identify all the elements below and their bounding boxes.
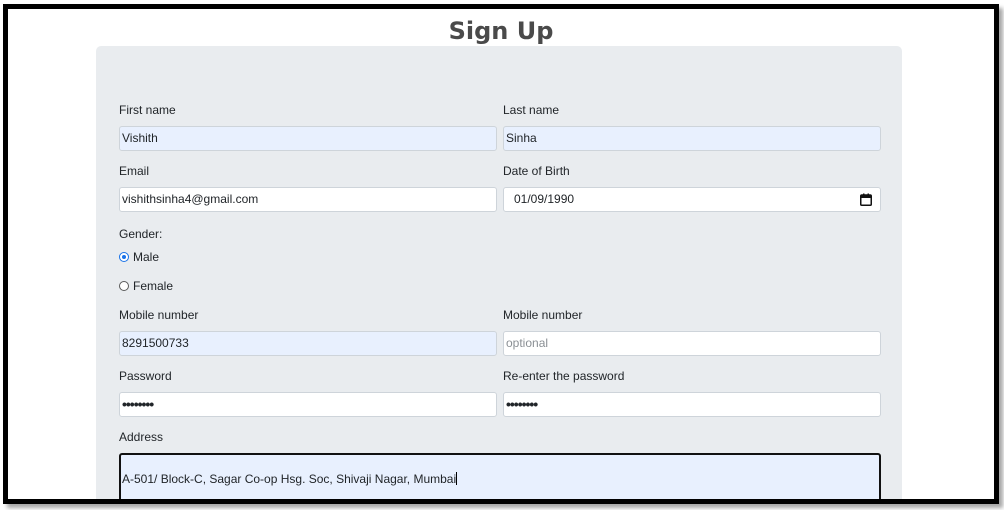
email-label: Email	[119, 164, 150, 178]
dob-input[interactable]: 01/09/1990	[503, 187, 881, 212]
calendar-icon[interactable]	[860, 193, 872, 206]
password-confirm-label: Re-enter the password	[503, 369, 625, 383]
password-input[interactable]: ••••••••	[119, 392, 497, 417]
male-label: Male	[133, 250, 160, 264]
mobile-number-alt-label: Mobile number	[503, 308, 583, 322]
address-label: Address	[119, 430, 164, 444]
password-label: Password	[119, 369, 172, 383]
last-name-label: Last name	[503, 103, 560, 117]
page-title: Sign Up	[448, 17, 554, 45]
male-radio[interactable]	[119, 252, 129, 262]
address-value: A-501/ Block-C, Sagar Co-op Hsg. Soc, Sh…	[122, 472, 457, 486]
dob-label: Date of Birth	[503, 164, 570, 178]
gender-female-option[interactable]: Female	[119, 279, 173, 293]
first-name-label: First name	[119, 103, 176, 117]
gender-male-option[interactable]: Male	[119, 250, 159, 264]
last-name-input[interactable]: Sinha	[503, 126, 881, 151]
dob-value: 01/09/1990	[514, 192, 575, 206]
mobile-number-alt-input[interactable]: optional	[503, 331, 881, 356]
gender-label: Gender:	[119, 227, 163, 241]
screenshot-frame: Sign Up First name Vishith Last name Sin…	[3, 4, 999, 504]
mobile-number-input[interactable]: 8291500733	[119, 331, 497, 356]
text-cursor	[456, 472, 458, 485]
female-radio[interactable]	[119, 281, 129, 291]
email-input[interactable]: vishithsinha4@gmail.com	[119, 187, 497, 212]
address-textarea[interactable]: A-501/ Block-C, Sagar Co-op Hsg. Soc, Sh…	[119, 453, 881, 499]
signup-form: First name Vishith Last name Sinha Email…	[96, 46, 902, 499]
first-name-input[interactable]: Vishith	[119, 126, 497, 151]
password-confirm-input[interactable]: ••••••••	[503, 392, 881, 417]
mobile-number-alt-placeholder: optional	[506, 336, 549, 350]
mobile-number-label: Mobile number	[119, 308, 199, 322]
female-label: Female	[133, 279, 174, 293]
